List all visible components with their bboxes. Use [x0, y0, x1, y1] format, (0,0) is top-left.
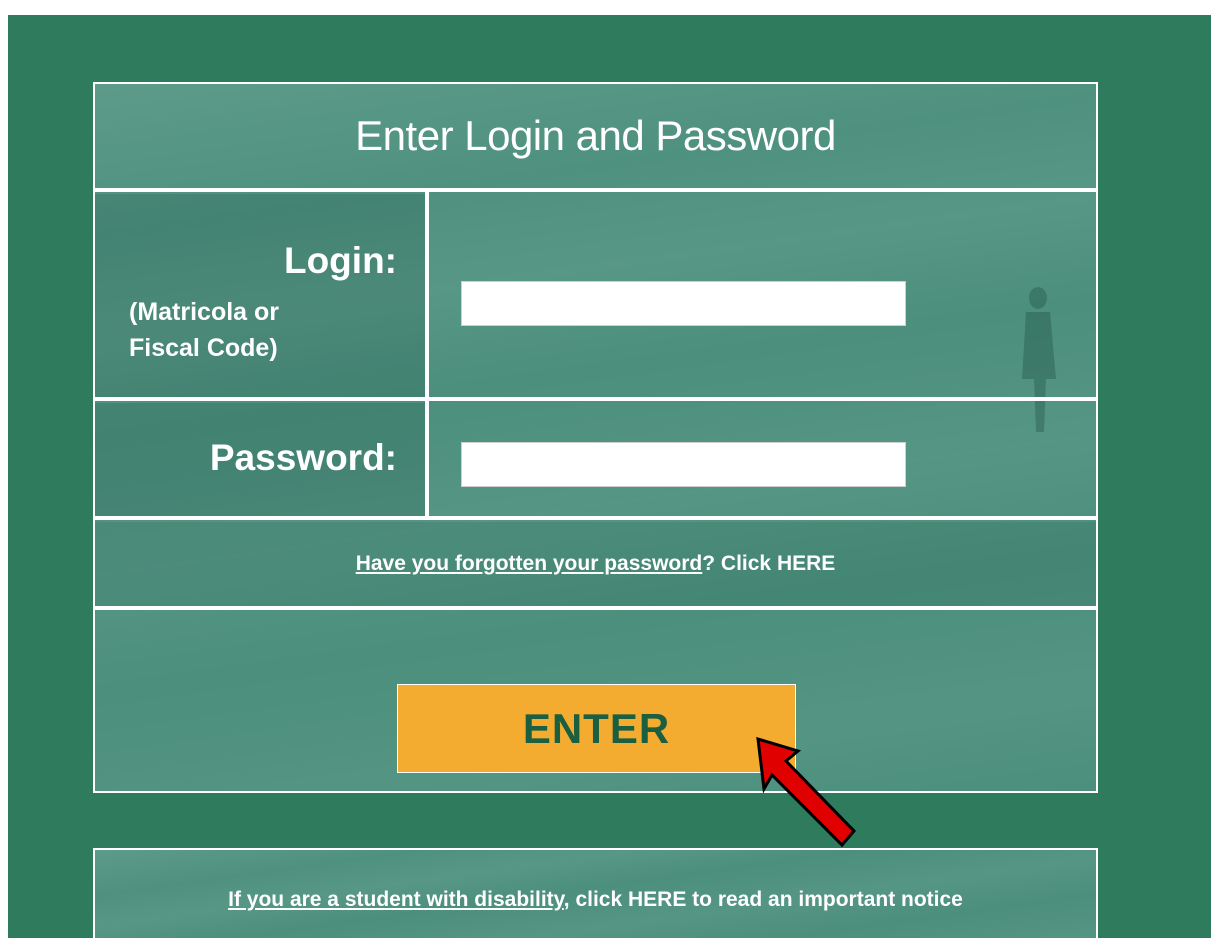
disability-notice-suffix: , click HERE to read an important notice — [563, 888, 963, 911]
red-pointer-arrow-icon — [756, 736, 857, 848]
divider — [95, 397, 1096, 401]
column-divider — [425, 192, 429, 519]
forgot-password-link[interactable]: Have you forgotten your password — [356, 552, 703, 576]
enter-button[interactable]: ENTER — [397, 684, 796, 773]
form-title: Enter Login and Password — [355, 112, 836, 159]
disability-notice-text: If you are a student with disability, cl… — [95, 888, 1096, 912]
forgot-password-row: Have you forgotten your password? Click … — [95, 522, 1096, 606]
login-label-cell: Login: (Matricola or Fiscal Code) — [95, 194, 425, 397]
disability-notice-link[interactable]: If you are a student with disability — [228, 888, 564, 911]
page-frame: Enter Login and Password Login: (Matrico… — [8, 15, 1211, 938]
login-hint: (Matricola or Fiscal Code) — [129, 298, 280, 363]
password-input[interactable] — [461, 442, 906, 487]
forgot-password-suffix: ? Click HERE — [702, 552, 836, 575]
login-panel: Enter Login and Password Login: (Matrico… — [93, 82, 1098, 793]
login-label: Login: — [283, 240, 397, 281]
login-input[interactable] — [461, 281, 906, 326]
divider — [95, 188, 1096, 192]
divider — [95, 516, 1096, 520]
disability-notice-panel: If you are a student with disability, cl… — [93, 848, 1098, 938]
divider — [95, 606, 1096, 610]
background-person-silhouette — [1022, 287, 1056, 432]
password-label-cell: Password: — [95, 403, 425, 516]
password-label: Password: — [209, 437, 397, 478]
